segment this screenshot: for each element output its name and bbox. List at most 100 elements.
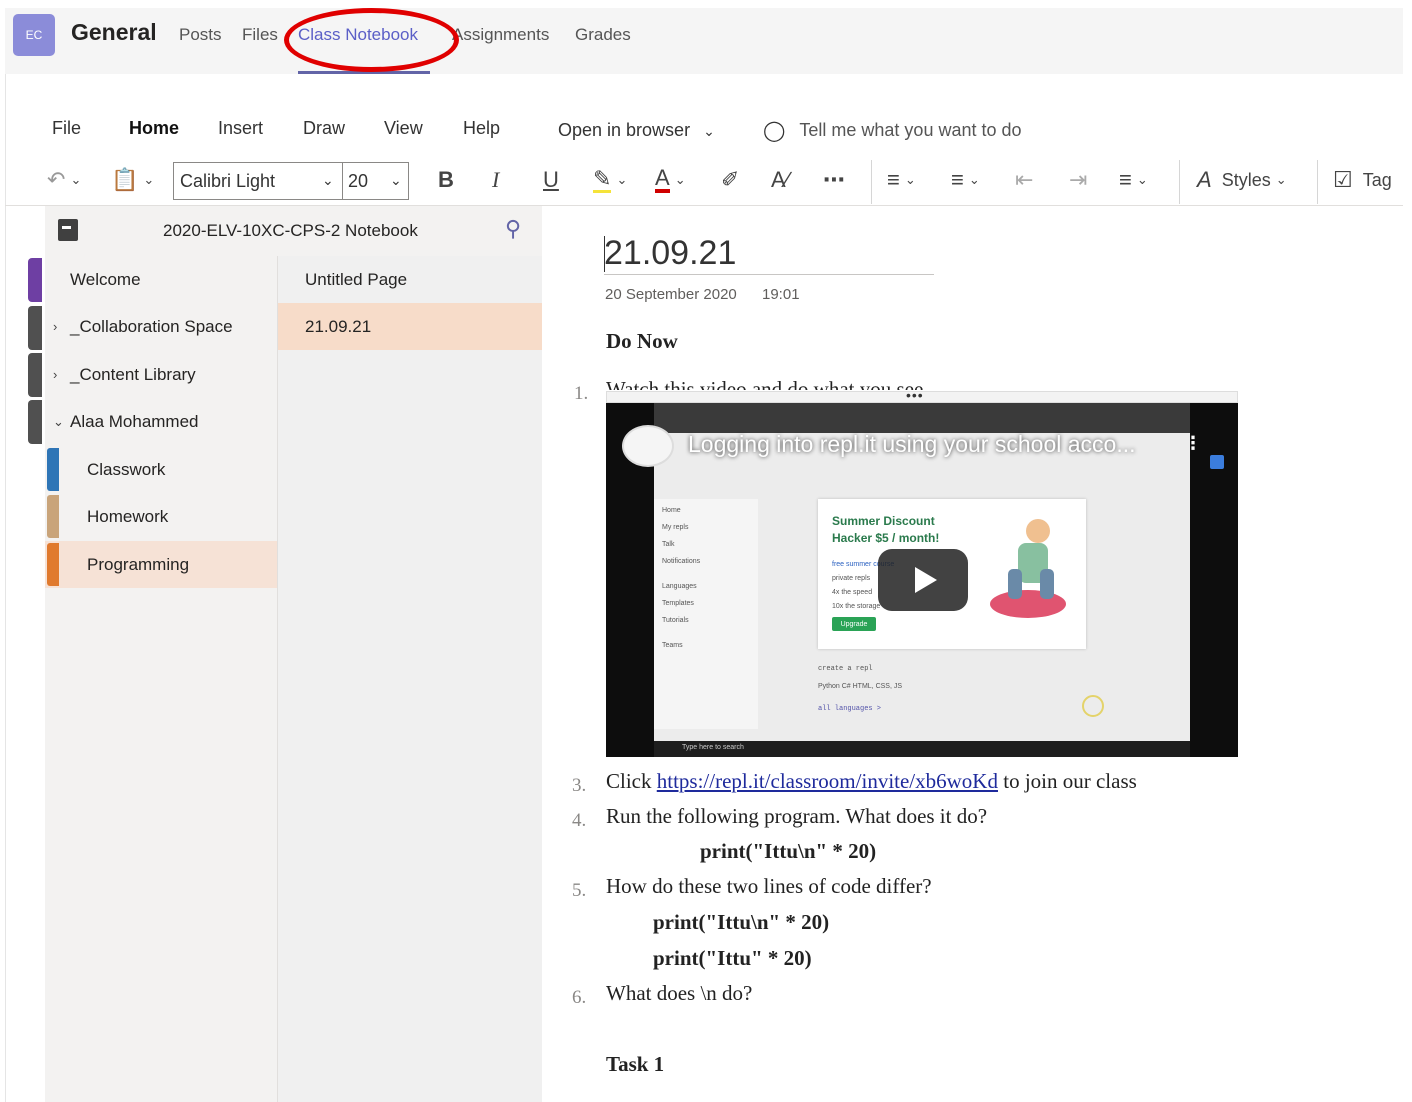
invite-link[interactable]: https://repl.it/classroom/invite/xb6woKd [657,769,998,793]
divider [1179,160,1180,204]
increase-indent-button[interactable]: ⇥ [1069,160,1087,200]
video-card-title-line: Hacker $5 / month! [832,531,940,545]
align-left-icon: ≡ [1119,167,1132,192]
list-number: 1. [574,383,589,404]
page-item-untitled[interactable]: Untitled Page [278,256,542,303]
underline-button[interactable]: U [543,160,559,200]
video-side-item: Languages [662,583,697,590]
font-selector[interactable]: Calibri Light ⌄ 20 ⌄ [173,162,409,200]
kebab-menu-icon[interactable]: ⋮ [1184,433,1202,454]
chevron-down-icon[interactable]: ⌄ [53,414,64,430]
heading-task-1: Task 1 [606,1052,665,1076]
heading-do-now: Do Now [606,329,678,353]
tag-button[interactable]: ☑ Tag [1333,160,1392,200]
team-avatar[interactable]: EC [13,14,55,56]
decrease-indent-button[interactable]: ⇤ [1015,160,1033,200]
tab-files[interactable]: Files [242,25,278,45]
clear-formatting-button[interactable]: A∕ [771,160,789,200]
page-title[interactable]: 21.09.21 [604,234,736,273]
tag-icon: ☑ [1333,167,1353,192]
code-line: print("Ittu\n" * 20) [700,839,877,863]
font-color-button[interactable]: A ⌄ [655,160,686,200]
section-label: Classwork [87,459,166,479]
video-browser-bar [654,403,1190,433]
undo-button[interactable]: ↶ ⌄ [47,160,81,200]
section-group-alaa-mohammed[interactable]: ⌄ Alaa Mohammed [45,398,277,445]
page-canvas[interactable]: 21.09.21 20 September 2020 19:01 Do Now … [542,206,1403,1102]
highlight-button[interactable]: ✎ ⌄ [593,160,627,200]
format-painter-button[interactable]: ✐ [721,160,739,200]
menu-home[interactable]: Home [129,118,179,139]
list-number: 3. [572,775,587,796]
menu-file[interactable]: File [52,118,81,139]
more-button[interactable]: ⋯ [823,160,845,200]
lightbulb-icon: ◯ [763,120,786,142]
chevron-down-icon: ⌄ [70,172,82,187]
menu-help[interactable]: Help [463,118,500,139]
channel-name: General [71,19,157,45]
chevron-down-icon: ⌄ [703,123,715,139]
section-group-tab[interactable] [28,400,42,444]
section-color-tab [47,448,59,491]
section-group-collaboration-space[interactable]: › _Collaboration Space [45,303,277,350]
section-item-classwork[interactable]: Classwork [45,446,277,493]
styles-label: Styles [1221,169,1271,190]
tab-assignments[interactable]: Assignments [452,25,549,45]
search-icon[interactable]: ⚲ [505,216,521,242]
video-title[interactable]: Logging into repl.it using your school a… [688,431,1136,458]
section-label: Alaa Mohammed [70,411,199,431]
page-date: 20 September 2020 [605,286,737,303]
styles-button[interactable]: A Styles ⌄ [1197,160,1287,200]
notebook-title[interactable]: 2020-ELV-10XC-CPS-2 Notebook [163,221,418,241]
paste-button[interactable]: 📋 ⌄ [111,160,154,200]
bold-button[interactable]: B [438,160,454,200]
chevron-down-icon[interactable]: ⌄ [390,172,402,189]
open-in-browser-button[interactable]: Open in browser ⌄ [558,120,715,141]
menu-insert[interactable]: Insert [218,118,263,139]
clipboard-icon: 📋 [111,167,139,192]
font-size-field[interactable]: 20 [348,171,368,192]
list-text: Click [606,769,657,793]
play-button[interactable] [878,549,968,611]
video-side-item: Templates [662,600,694,607]
list-item-code-differ: How do these two lines of code differ? [606,874,932,898]
video-channel-avatar[interactable] [622,425,674,467]
tab-posts[interactable]: Posts [179,25,222,45]
section-group-tab[interactable] [28,258,42,302]
section-group-tab[interactable] [28,306,42,350]
chevron-right-icon[interactable]: › [53,319,57,334]
notebook-header: 2020-ELV-10XC-CPS-2 Notebook ⚲ [45,206,542,256]
window-edge [5,74,6,1102]
more-icon: ⋯ [823,167,845,192]
section-color-tab [47,495,59,538]
embedded-video[interactable]: Home My repls Talk Notifications Languag… [606,403,1238,757]
notebook-icon[interactable] [58,219,78,241]
page-item-21-09-21[interactable]: 21.09.21 [278,303,542,350]
more-icon[interactable]: ••• [906,387,924,403]
chevron-down-icon: ⌄ [1275,172,1287,187]
section-item-programming[interactable]: Programming [45,541,277,588]
numbering-button[interactable]: ≡ ⌄ [951,160,980,200]
section-label: _Content Library [70,364,196,384]
menu-draw[interactable]: Draw [303,118,345,139]
chevron-right-icon[interactable]: › [53,367,57,382]
section-group-tab[interactable] [28,353,42,397]
divider [1317,160,1318,204]
highlighter-icon: ✎ [593,165,612,193]
format-painter-icon: ✐ [721,167,740,192]
align-button[interactable]: ≡ ⌄ [1119,160,1148,200]
video-side-item: Home [662,507,681,514]
code-line: print("Ittu" * 20) [653,946,812,970]
italic-button[interactable]: I [492,160,499,200]
tell-me-search[interactable]: ◯ Tell me what you want to do [763,118,1022,143]
font-name-field[interactable]: Calibri Light [180,171,275,192]
indent-icon: ⇥ [1069,167,1088,192]
section-item-homework[interactable]: Homework [45,493,277,540]
list-item-newline: What does \n do? [606,981,753,1005]
menu-view[interactable]: View [384,118,423,139]
tab-grades[interactable]: Grades [575,25,631,45]
section-item-welcome[interactable]: Welcome [45,256,277,303]
bullets-button[interactable]: ≡ ⌄ [887,160,916,200]
section-group-content-library[interactable]: › _Content Library [45,351,277,398]
chevron-down-icon[interactable]: ⌄ [322,172,334,189]
